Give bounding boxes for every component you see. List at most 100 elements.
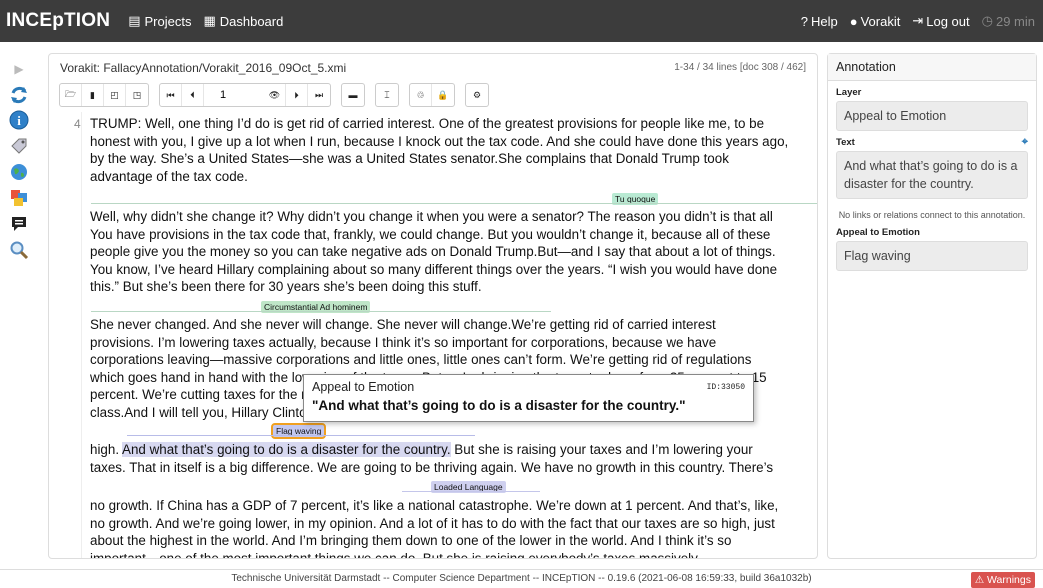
session-timer-label: 29 min [995,13,1035,29]
span-arc [402,491,540,492]
nav-projects-label: Projects [144,13,192,29]
text-line[interactable]: Well, why didn’t she change it? Why didn… [90,208,817,226]
expand-sidebar-icon[interactable]: ▶ [7,58,31,80]
lock-icon[interactable]: 🔒 [432,84,454,106]
document-position: 1-34 / 34 lines [doc 308 / 462] [674,62,806,73]
prev-document-icon[interactable]: ◰ [104,84,126,106]
nav-logout[interactable]: ⇥ Log out [912,13,969,29]
go-to-page-icon[interactable]: 👁 [264,84,286,106]
tag-icon[interactable] [7,135,31,157]
text-line[interactable]: taxes. That in itself is a big differenc… [90,459,817,477]
footer-text: Technische Universität Darmstadt -- Comp… [231,573,812,584]
clock-icon: ◷ [981,13,993,28]
text-line[interactable]: You know, I’ve heard Hillary complaining… [90,261,817,279]
annotation-text: And what that’s going to do is a disaste… [836,151,1028,199]
document-title: Vorakit: FallacyAnnotation/Vorakit_2016_… [60,60,347,75]
brand-logo[interactable]: INCEpTION [6,10,110,32]
list-icon: ▤ [128,13,141,28]
text-line[interactable]: by the way. She’s a United States—she wa… [90,150,817,168]
annotation-header: Annotation [828,54,1036,81]
page-number-input[interactable] [204,84,264,106]
nav-dashboard[interactable]: ▦ Dashboard [203,13,283,29]
text-segment: high. [90,442,123,457]
reset-icon[interactable]: ♲ [410,84,432,106]
nav-user-label: Vorakit [860,13,901,29]
text-line[interactable]: advantage of the tax code. [90,168,817,186]
workflow-group: ♲ 🔒 [409,83,455,107]
document-toolbar: 🗁 ▮ ◰ ◳ ⏮ ⏴ 👁 ⏵ ⏭ ▬ ⌶ ♲ 🔒 ⚙ [49,81,817,109]
navbar: INCEpTION ▤ Projects ▦ Dashboard ? Help ●… [0,0,1043,42]
text-line[interactable]: no growth. If China has a GDP of 7 perce… [90,497,817,515]
sync-icon[interactable] [7,84,31,106]
tooltip-id: ID:33050 [706,383,745,392]
format-group: ⌶ [375,83,399,107]
nav-user[interactable]: ● Vorakit [850,14,901,29]
annotation-panel: Annotation Layer Appeal to Emotion Text … [827,53,1037,559]
line-number-gutter [81,112,82,558]
tooltip-text: "And what that’s going to do is a disast… [312,398,686,413]
guidelines-icon[interactable]: ▬ [342,84,364,106]
settings-gear-icon[interactable]: ⚙ [466,84,488,106]
text-line-annotated[interactable]: high. And what that’s going to do is a d… [90,441,817,459]
document-body: 4 TRUMP: Well, one thing I’d do is get r… [49,112,817,559]
warning-icon: ⚠ [974,574,985,586]
crosshair-icon[interactable]: ⌖ [1022,136,1028,149]
footer: Technische Universität Darmstadt -- Comp… [0,569,1043,588]
annotation-tooltip: Appeal to Emotion ID:33050 "And what tha… [303,374,754,422]
open-folder-icon[interactable]: 🗁 [60,84,82,106]
first-page-icon[interactable]: ⏮ [160,84,182,106]
text-line[interactable]: honest with you, I give up a lot when I … [90,133,817,151]
layer-select[interactable]: Appeal to Emotion [836,101,1028,131]
file-button-group: 🗁 ▮ ◰ ◳ [59,83,149,107]
next-page-icon[interactable]: ⏵ [286,84,308,106]
nav-help-label: Help [810,13,838,29]
search-icon[interactable] [7,239,31,261]
paging-button-group: ⏮ ⏴ 👁 ⏵ ⏭ [159,83,331,107]
export-file-icon[interactable]: ▮ [82,84,104,106]
left-toolbar: ▶ i [0,52,40,562]
span-arc [91,311,551,312]
user-icon: ● [849,13,858,29]
layers-icon[interactable] [7,187,31,209]
document-header: Vorakit: FallacyAnnotation/Vorakit_2016_… [49,54,817,81]
text-label: Text ⌖ [836,136,1036,149]
text-line[interactable]: about the highest in the world. And I’m … [90,532,817,550]
svg-text:i: i [17,113,21,128]
text-direction-icon[interactable]: ⌶ [376,84,398,106]
script-direction-group: ▬ [341,83,365,107]
next-document-icon[interactable]: ◳ [126,84,148,106]
text-line[interactable]: no growth. And we’re going lower, in my … [90,515,817,533]
warnings-label: Warnings [987,574,1031,586]
nav-right: ? Help ● Vorakit ⇥ Log out ◷ 29 min [801,0,1035,42]
text-segment: But she is raising your taxes and I’m lo… [450,442,753,457]
text-line[interactable]: provisions. I’m lowering taxes actually,… [90,334,817,352]
last-page-icon[interactable]: ⏭ [308,84,330,106]
prev-page-icon[interactable]: ⏴ [182,84,204,106]
globe-icon[interactable] [7,161,31,183]
span-arc [127,435,475,436]
text-line[interactable]: people give you the money so you can tak… [90,243,817,261]
text-line[interactable]: corporations leaving—massive corporation… [90,351,817,369]
text-line[interactable]: She never changed. And she never will ch… [90,316,817,334]
text-line[interactable]: important—one of the most important thin… [90,550,817,559]
warnings-button[interactable]: ⚠ Warnings [970,572,1035,588]
layer-label: Layer [836,87,862,98]
settings-group: ⚙ [465,83,489,107]
text-line[interactable]: TRUMP: Well, one thing I’d do is get rid… [90,115,817,133]
nav-logout-label: Log out [926,13,970,29]
text-label-text: Text [836,137,855,148]
info-icon[interactable]: i [7,109,31,131]
tooltip-title: Appeal to Emotion [312,380,415,394]
nav-projects[interactable]: ▤ Projects [128,13,191,29]
table-icon: ▦ [203,13,216,28]
feature-value-field[interactable]: Flag waving [836,241,1028,271]
comment-icon[interactable] [7,213,31,235]
line-number: 4 [74,117,81,131]
nav-help[interactable]: ? Help [801,14,838,29]
question-icon: ? [800,13,808,29]
span-arc [91,203,817,204]
text-line[interactable]: this.” But she’s been there for 30 years… [90,278,817,296]
text-line[interactable]: You have provisions in the tax code that… [90,226,817,244]
nav-dashboard-label: Dashboard [219,13,284,29]
annotated-span-appeal-to-emotion[interactable]: And what that’s going to do is a disaste… [122,442,451,457]
